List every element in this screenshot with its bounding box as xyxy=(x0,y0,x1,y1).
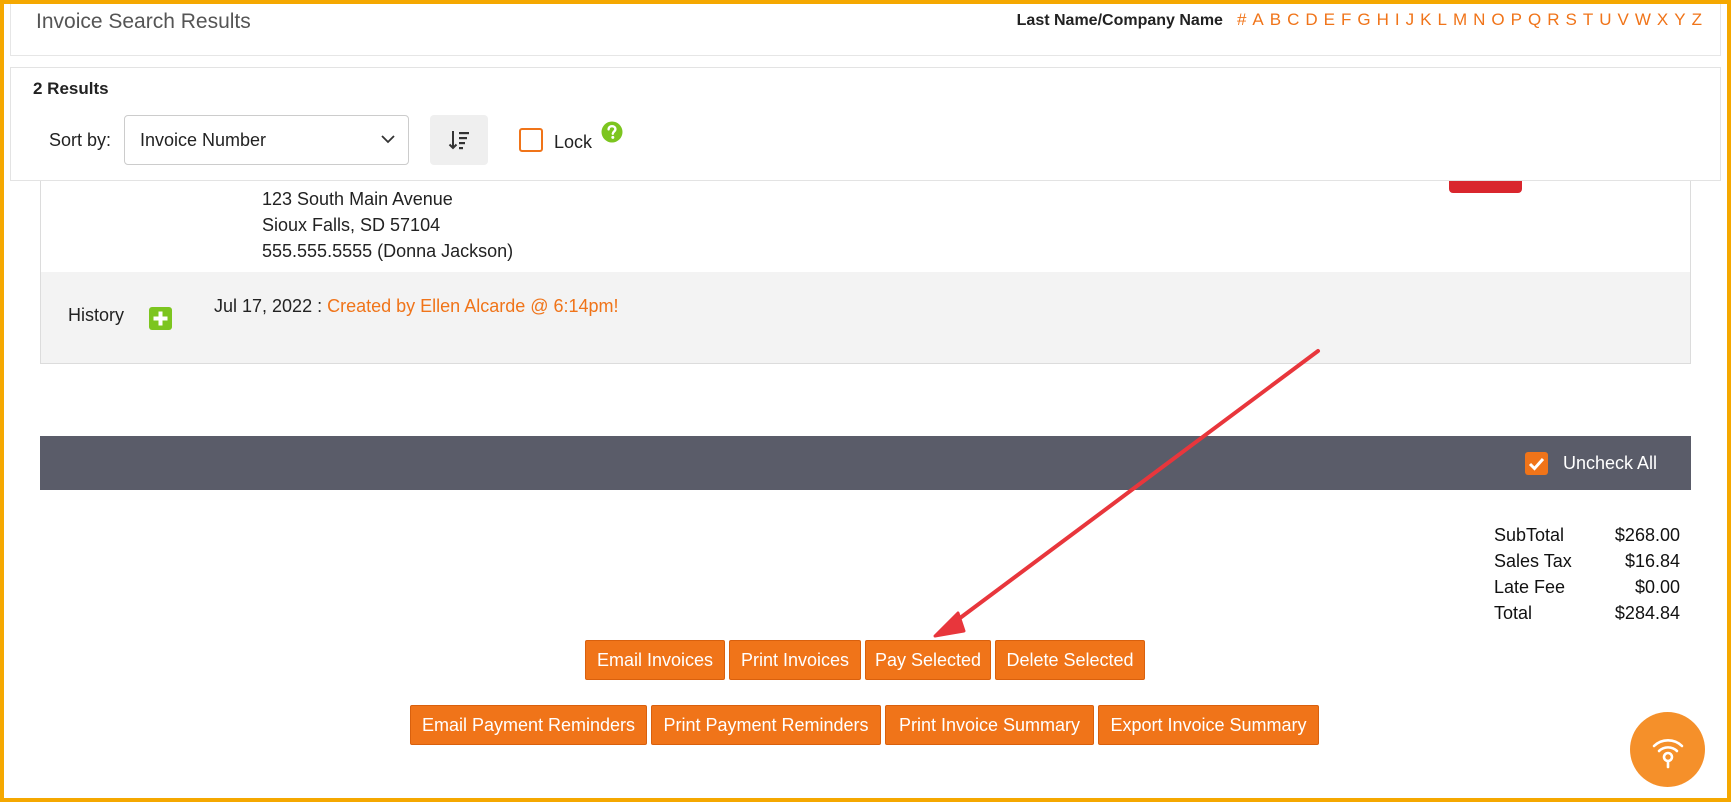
alpha-filter: Last Name/Company Name # A B C D E F G H I J K L M N O P… xyxy=(1017,10,1702,30)
alpha-letter-o[interactable]: O xyxy=(1491,10,1504,29)
late-fee-row: Late Fee $0.00 xyxy=(1494,574,1680,600)
history-entry: Jul 17, 2022 : Created by Ellen Alcarde … xyxy=(214,296,619,317)
alpha-letter-e[interactable]: E xyxy=(1324,10,1335,29)
alpha-letter-p[interactable]: P xyxy=(1511,10,1522,29)
results-count: 2 Results xyxy=(33,79,109,98)
total-label: Total xyxy=(1494,603,1533,623)
alpha-letter-q[interactable]: Q xyxy=(1528,10,1541,29)
sales-tax-value: $16.84 xyxy=(1624,551,1680,571)
sort-select-value: Invoice Number xyxy=(140,130,267,150)
question-circle-icon[interactable] xyxy=(601,121,623,143)
check-icon xyxy=(1528,457,1545,471)
alpha-letter-hash[interactable]: # xyxy=(1237,10,1246,29)
uncheck-all-checkbox[interactable] xyxy=(1525,452,1548,475)
lock-label: Lock xyxy=(554,132,593,152)
alpha-letter-w[interactable]: W xyxy=(1635,10,1651,29)
history-text: Created by Ellen Alcarde @ 6:14pm! xyxy=(327,296,619,316)
contact-phone: 555.555.5555 (Donna Jackson) xyxy=(262,241,514,261)
subtotal-label: SubTotal xyxy=(1494,525,1565,545)
print-invoices-button[interactable]: Print Invoices xyxy=(729,640,861,680)
invoice-address: 123 South Main Avenue Sioux Falls, SD 57… xyxy=(262,186,513,264)
lock-checkbox[interactable] xyxy=(519,128,543,152)
print-invoice-summary-button[interactable]: Print Invoice Summary xyxy=(885,705,1094,745)
bulk-action-bar: Uncheck All xyxy=(40,436,1691,490)
late-fee-label: Late Fee xyxy=(1494,577,1566,597)
history-date: Jul 17, 2022 : xyxy=(214,296,323,316)
address-line-1: 123 South Main Avenue xyxy=(262,189,453,209)
plus-square-icon[interactable] xyxy=(149,307,172,330)
subtotal-value: $268.00 xyxy=(1614,525,1680,545)
alpha-letter-a[interactable]: A xyxy=(1252,10,1263,29)
broadcast-icon xyxy=(1652,739,1684,769)
alpha-letter-t[interactable]: T xyxy=(1583,10,1593,29)
sort-order-button[interactable] xyxy=(430,115,488,165)
page-title: Invoice Search Results xyxy=(36,10,251,33)
delete-selected-button[interactable]: Delete Selected xyxy=(995,640,1145,680)
sort-order-icon xyxy=(448,131,469,150)
alpha-letter-b[interactable]: B xyxy=(1270,10,1281,29)
alpha-letter-m[interactable]: M xyxy=(1453,10,1467,29)
results-toolbar: 2 Results Sort by: Invoice Number Lock xyxy=(10,67,1721,181)
total-value: $284.84 xyxy=(1614,603,1680,623)
alpha-letter-d[interactable]: D xyxy=(1305,10,1317,29)
history-row: History Jul 17, 2022 : Created by Ellen … xyxy=(41,272,1690,363)
alpha-letter-g[interactable]: G xyxy=(1357,10,1370,29)
alpha-letter-h[interactable]: H xyxy=(1377,10,1389,29)
alpha-letter-y[interactable]: Y xyxy=(1674,10,1685,29)
alpha-letter-l[interactable]: L xyxy=(1438,10,1447,29)
alpha-letter-x[interactable]: X xyxy=(1657,10,1668,29)
alpha-letter-j[interactable]: J xyxy=(1406,10,1415,29)
sort-label: Sort by: xyxy=(49,130,112,150)
email-invoices-button[interactable]: Email Invoices xyxy=(585,640,725,680)
subtotal-row: SubTotal $268.00 xyxy=(1494,522,1680,548)
sales-tax-label: Sales Tax xyxy=(1494,551,1572,571)
sales-tax-row: Sales Tax $16.84 xyxy=(1494,548,1680,574)
alpha-letter-z[interactable]: Z xyxy=(1692,10,1702,29)
alpha-letter-k[interactable]: K xyxy=(1420,10,1431,29)
floating-help-widget[interactable] xyxy=(1630,712,1705,787)
email-payment-reminders-button[interactable]: Email Payment Reminders xyxy=(410,705,647,745)
address-line-2: Sioux Falls, SD 57104 xyxy=(262,215,441,235)
alpha-letter-v[interactable]: V xyxy=(1618,10,1629,29)
alpha-letter-c[interactable]: C xyxy=(1287,10,1299,29)
sort-select[interactable]: Invoice Number xyxy=(124,115,409,165)
late-fee-value: $0.00 xyxy=(1634,577,1680,597)
history-label: History xyxy=(68,305,125,325)
pay-selected-button[interactable]: Pay Selected xyxy=(865,640,991,680)
alpha-letter-i[interactable]: I xyxy=(1395,10,1400,29)
alpha-letter-u[interactable]: U xyxy=(1599,10,1611,29)
alpha-letters: # A B C D E F G H I J K L M N O P Q R S T U V W X Y Z xyxy=(1231,10,1702,30)
uncheck-all-label[interactable]: Uncheck All xyxy=(1563,453,1657,474)
alpha-letter-f[interactable]: F xyxy=(1341,10,1351,29)
totals-summary: SubTotal $268.00 Sales Tax $16.84 Late F… xyxy=(1494,522,1680,626)
chevron-down-icon xyxy=(381,135,395,144)
page-header: Invoice Search Results Last Name/Company… xyxy=(10,4,1721,56)
alpha-letter-n[interactable]: N xyxy=(1473,10,1485,29)
total-row: Total $284.84 xyxy=(1494,600,1680,626)
alpha-letter-r[interactable]: R xyxy=(1547,10,1559,29)
print-payment-reminders-button[interactable]: Print Payment Reminders xyxy=(651,705,881,745)
alpha-filter-label: Last Name/Company Name xyxy=(1016,12,1223,29)
export-invoice-summary-button[interactable]: Export Invoice Summary xyxy=(1098,705,1319,745)
alpha-letter-s[interactable]: S xyxy=(1566,10,1577,29)
